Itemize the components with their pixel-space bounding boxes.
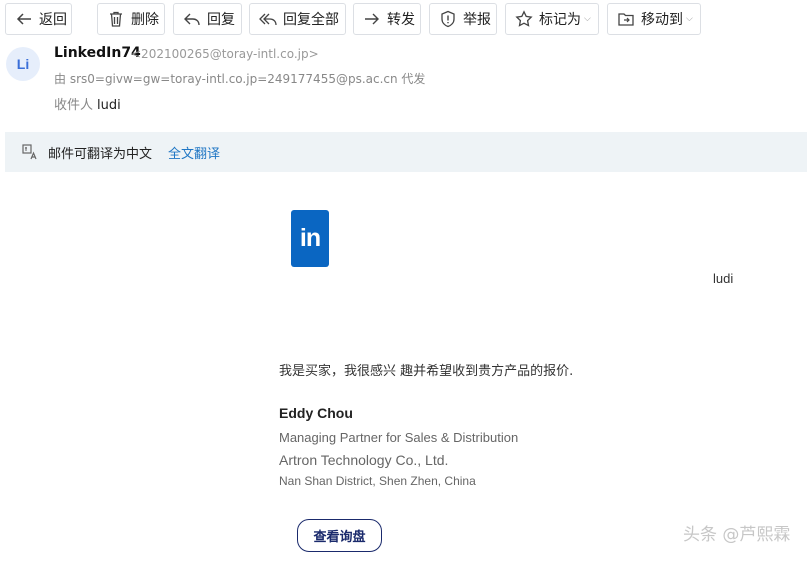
- recipient-label: 收件人: [54, 98, 94, 113]
- mark-as-label: 标记为: [539, 12, 581, 28]
- forward-label: 转发: [387, 12, 415, 28]
- reply-all-button[interactable]: 回复全部: [249, 3, 346, 35]
- move-to-label: 移动到: [641, 12, 683, 28]
- mark-as-dropdown[interactable]: 标记为 ⌵: [505, 3, 599, 35]
- move-to-dropdown[interactable]: 移动到 ⌵: [607, 3, 701, 35]
- chevron-down-icon: ⌵: [686, 14, 693, 24]
- report-label: 举报: [463, 12, 491, 28]
- forward-button[interactable]: 转发: [353, 3, 421, 35]
- translate-icon: [21, 143, 39, 161]
- sender-name[interactable]: LinkedIn74: [54, 45, 141, 61]
- signature-title: Managing Partner for Sales & Distributio…: [279, 430, 519, 445]
- reply-icon: [184, 13, 200, 26]
- toolbar: 返回 删除 回复 回复全部 转发 举报 标记为 ⌵ 移动到 ⌵: [0, 0, 807, 38]
- signature-name: Eddy Chou: [279, 405, 353, 421]
- delete-label: 删除: [131, 12, 159, 28]
- translate-notice: 邮件可翻译为中文: [48, 146, 153, 162]
- arrow-left-icon: [16, 13, 31, 25]
- linkedin-logo: in: [291, 210, 329, 267]
- report-button[interactable]: 举报: [429, 3, 497, 35]
- view-inquiry-button[interactable]: 查看询盘: [297, 519, 382, 552]
- greeting-name: ludi: [713, 271, 734, 286]
- star-icon: [515, 10, 533, 27]
- watermark: 头条 @芦熙霖: [683, 525, 791, 545]
- translate-bar: 邮件可翻译为中文 全文翻译: [5, 132, 807, 172]
- chevron-down-icon: ⌵: [584, 14, 591, 24]
- recipient-line: 收件人 ludi: [54, 94, 121, 113]
- signature-company: Artron Technology Co., Ltd.: [279, 452, 449, 468]
- email-message: 我是买家，我很感兴 趣并希望收到贵方产品的报价.: [279, 364, 574, 379]
- signature-address: Nan Shan District, Shen Zhen, China: [279, 474, 476, 488]
- shield-alert-icon: [441, 10, 455, 28]
- sender-email: <202100265@toray-intl.co.jp>: [131, 47, 319, 61]
- folder-move-icon: [618, 13, 634, 26]
- forward-icon: [365, 13, 379, 25]
- delete-button[interactable]: 删除: [97, 3, 165, 35]
- recipient-name[interactable]: ludi: [97, 98, 121, 113]
- sent-via-line: 由 srs0=givw=gw=toray-intl.co.jp=24917745…: [54, 72, 426, 86]
- trash-icon: [110, 11, 122, 27]
- avatar: Li: [6, 47, 40, 81]
- back-button[interactable]: 返回: [5, 3, 72, 35]
- reply-all-label: 回复全部: [283, 12, 339, 28]
- translate-full-link[interactable]: 全文翻译: [168, 143, 220, 162]
- reply-label: 回复: [207, 12, 235, 28]
- reply-all-icon: [259, 13, 277, 26]
- back-label: 返回: [39, 12, 67, 28]
- reply-button[interactable]: 回复: [173, 3, 242, 35]
